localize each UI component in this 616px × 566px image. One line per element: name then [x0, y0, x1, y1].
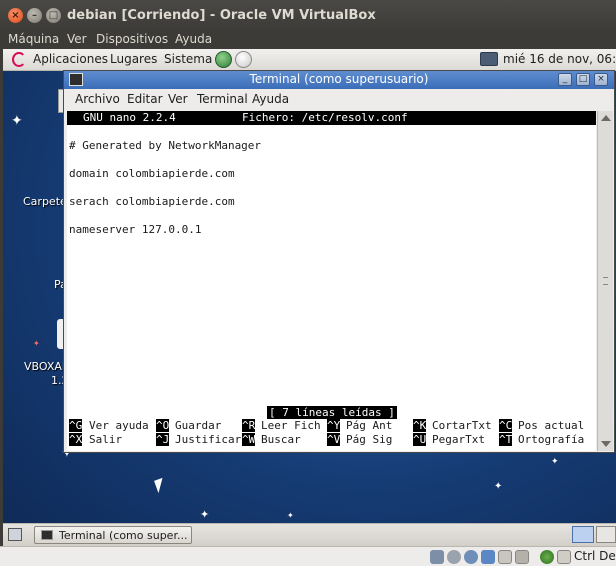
shortcut-label: Buscar	[261, 433, 301, 446]
file-line[interactable]: # Generated by NetworkManager	[69, 139, 261, 152]
window-minimize-button[interactable]: –	[27, 8, 42, 23]
shortcut-key: ^C	[499, 419, 513, 432]
debian-logo-icon[interactable]	[12, 52, 26, 67]
minimize-button[interactable]: _	[558, 73, 572, 86]
terminal-titlebar[interactable]: Terminal (como superusuario) _ □ ×	[64, 71, 614, 89]
star-decoration: ✦	[33, 339, 40, 348]
shortcut-label: Pos actual	[518, 419, 585, 432]
shortcut-label: CortarTxt	[432, 419, 492, 432]
star-decoration: ✦	[11, 113, 23, 129]
panel-menu-lugares[interactable]: Lugares	[110, 52, 157, 66]
guest-screen[interactable]: Aplicaciones Lugares Sistema mié 16 de n…	[3, 49, 616, 546]
shortcut-key: ^W	[242, 433, 256, 446]
shortcut-key: ^Y	[327, 419, 341, 432]
shortcut-key: ^K	[413, 419, 427, 432]
workspace-1[interactable]	[572, 526, 594, 543]
menu-archivo[interactable]: Archivo	[75, 92, 120, 106]
gnome-bottom-panel: Terminal (como super...	[3, 523, 616, 546]
shortcut-key: ^U	[413, 433, 427, 446]
mouse-integration-icon[interactable]	[557, 550, 571, 564]
host-key-label: Ctrl Der	[574, 549, 616, 563]
scroll-up-arrow-icon[interactable]	[601, 115, 611, 121]
scroll-down-arrow-icon[interactable]	[601, 441, 611, 447]
shortcut-key: ^V	[327, 433, 341, 446]
menu-dispositivos[interactable]: Dispositivos	[96, 32, 168, 46]
shortcut-label: Pág Ant	[346, 419, 393, 432]
shortcut-key: ^R	[242, 419, 256, 432]
panel-menu-aplicaciones[interactable]: Aplicaciones	[33, 52, 108, 66]
hard-disk-icon[interactable]	[430, 550, 444, 564]
terminal-menubar: Archivo Editar Ver Terminal Ayuda	[64, 89, 614, 110]
vbox-menubar: Máquina Ver Dispositivos Ayuda	[0, 31, 616, 49]
taskbar-terminal-label: Terminal (como super...	[59, 529, 188, 542]
display-icon[interactable]	[515, 550, 529, 564]
terminal-window[interactable]: Terminal (como superusuario) _ □ × Archi…	[63, 70, 615, 453]
nano-filename: Fichero: /etc/resolv.conf	[242, 111, 408, 124]
shortcut-label: Ortografía	[518, 433, 585, 446]
show-desktop-icon[interactable]	[8, 528, 22, 541]
mouse-cursor-icon	[154, 477, 167, 494]
shortcut-label: Leer Fich	[261, 419, 321, 432]
panel-menu-sistema[interactable]: Sistema	[164, 52, 212, 66]
menu-ver[interactable]: Ver	[67, 32, 87, 46]
star-decoration: ✦	[287, 511, 294, 520]
menu-ayuda-terminal[interactable]: Ayuda	[252, 92, 289, 106]
gnome-top-panel: Aplicaciones Lugares Sistema mié 16 de n…	[3, 49, 616, 71]
star-decoration: ✦	[200, 508, 210, 521]
shortcut-label: Salir	[89, 433, 123, 446]
virtualization-icon[interactable]	[540, 550, 554, 564]
file-line[interactable]: domain colombiapierde.com	[69, 167, 235, 180]
star-decoration: ✦	[551, 457, 559, 467]
network-adapter-icon[interactable]	[481, 550, 495, 564]
terminal-title: Terminal (como superusuario)	[249, 72, 429, 86]
network-icon[interactable]	[480, 52, 498, 66]
window-close-button[interactable]: ×	[8, 8, 23, 23]
shortcut-key: ^O	[156, 419, 170, 432]
taskbar-terminal-button[interactable]: Terminal (como super...	[34, 526, 192, 544]
menu-ver-terminal[interactable]: Ver	[168, 92, 188, 106]
close-button[interactable]: ×	[594, 73, 608, 86]
file-line[interactable]: nameserver 127.0.0.1	[69, 223, 201, 236]
file-line[interactable]: serach colombiapierde.com	[69, 195, 235, 208]
shortcut-label: Ver ayuda	[89, 419, 149, 432]
shared-folders-icon[interactable]	[498, 550, 512, 564]
browser-launcher-icon[interactable]	[215, 51, 232, 68]
mail-launcher-icon[interactable]	[235, 51, 252, 68]
usb-icon[interactable]	[464, 550, 478, 564]
desktop-icon-carpeta[interactable]: Carpete	[23, 195, 67, 208]
shortcut-key: ^T	[499, 433, 513, 446]
window-title: debian [Corriendo] - Oracle VM VirtualBo…	[67, 8, 376, 23]
nano-status-message: [ 7 líneas leídas ]	[267, 406, 397, 419]
menu-ayuda[interactable]: Ayuda	[175, 32, 212, 46]
scroll-grip[interactable]	[603, 277, 608, 285]
terminal-screen[interactable]: GNU nano 2.2.4 Fichero: /etc/resolv.conf…	[67, 111, 596, 451]
panel-clock[interactable]: mié 16 de nov, 06:18	[503, 52, 616, 66]
shortcut-label: Pág Sig	[346, 433, 393, 446]
menu-maquina[interactable]: Máquina	[8, 32, 59, 46]
terminal-scrollbar[interactable]	[597, 111, 613, 451]
star-decoration: ✦	[494, 481, 503, 492]
optical-drive-icon[interactable]	[447, 550, 461, 564]
vbox-statusbar: Ctrl Der	[0, 546, 616, 566]
menu-editar[interactable]: Editar	[127, 92, 163, 106]
shortcut-label: Guardar	[175, 419, 222, 432]
maximize-button[interactable]: □	[576, 73, 590, 86]
nano-version: GNU nano 2.2.4	[83, 111, 176, 124]
shortcut-label: PegarTxt	[432, 433, 485, 446]
workspace-2[interactable]	[596, 526, 616, 543]
shortcut-label: Justificar	[175, 433, 242, 446]
shortcut-key: ^X	[69, 433, 83, 446]
menu-terminal[interactable]: Terminal	[197, 92, 248, 106]
shortcut-key: ^J	[156, 433, 170, 446]
shortcut-key: ^G	[69, 419, 83, 432]
terminal-task-icon	[41, 530, 53, 540]
vbox-titlebar: × – □ debian [Corriendo] - Oracle VM Vir…	[0, 0, 616, 31]
nano-header: GNU nano 2.2.4 Fichero: /etc/resolv.conf	[67, 111, 596, 125]
window-maximize-button[interactable]: □	[46, 8, 61, 23]
